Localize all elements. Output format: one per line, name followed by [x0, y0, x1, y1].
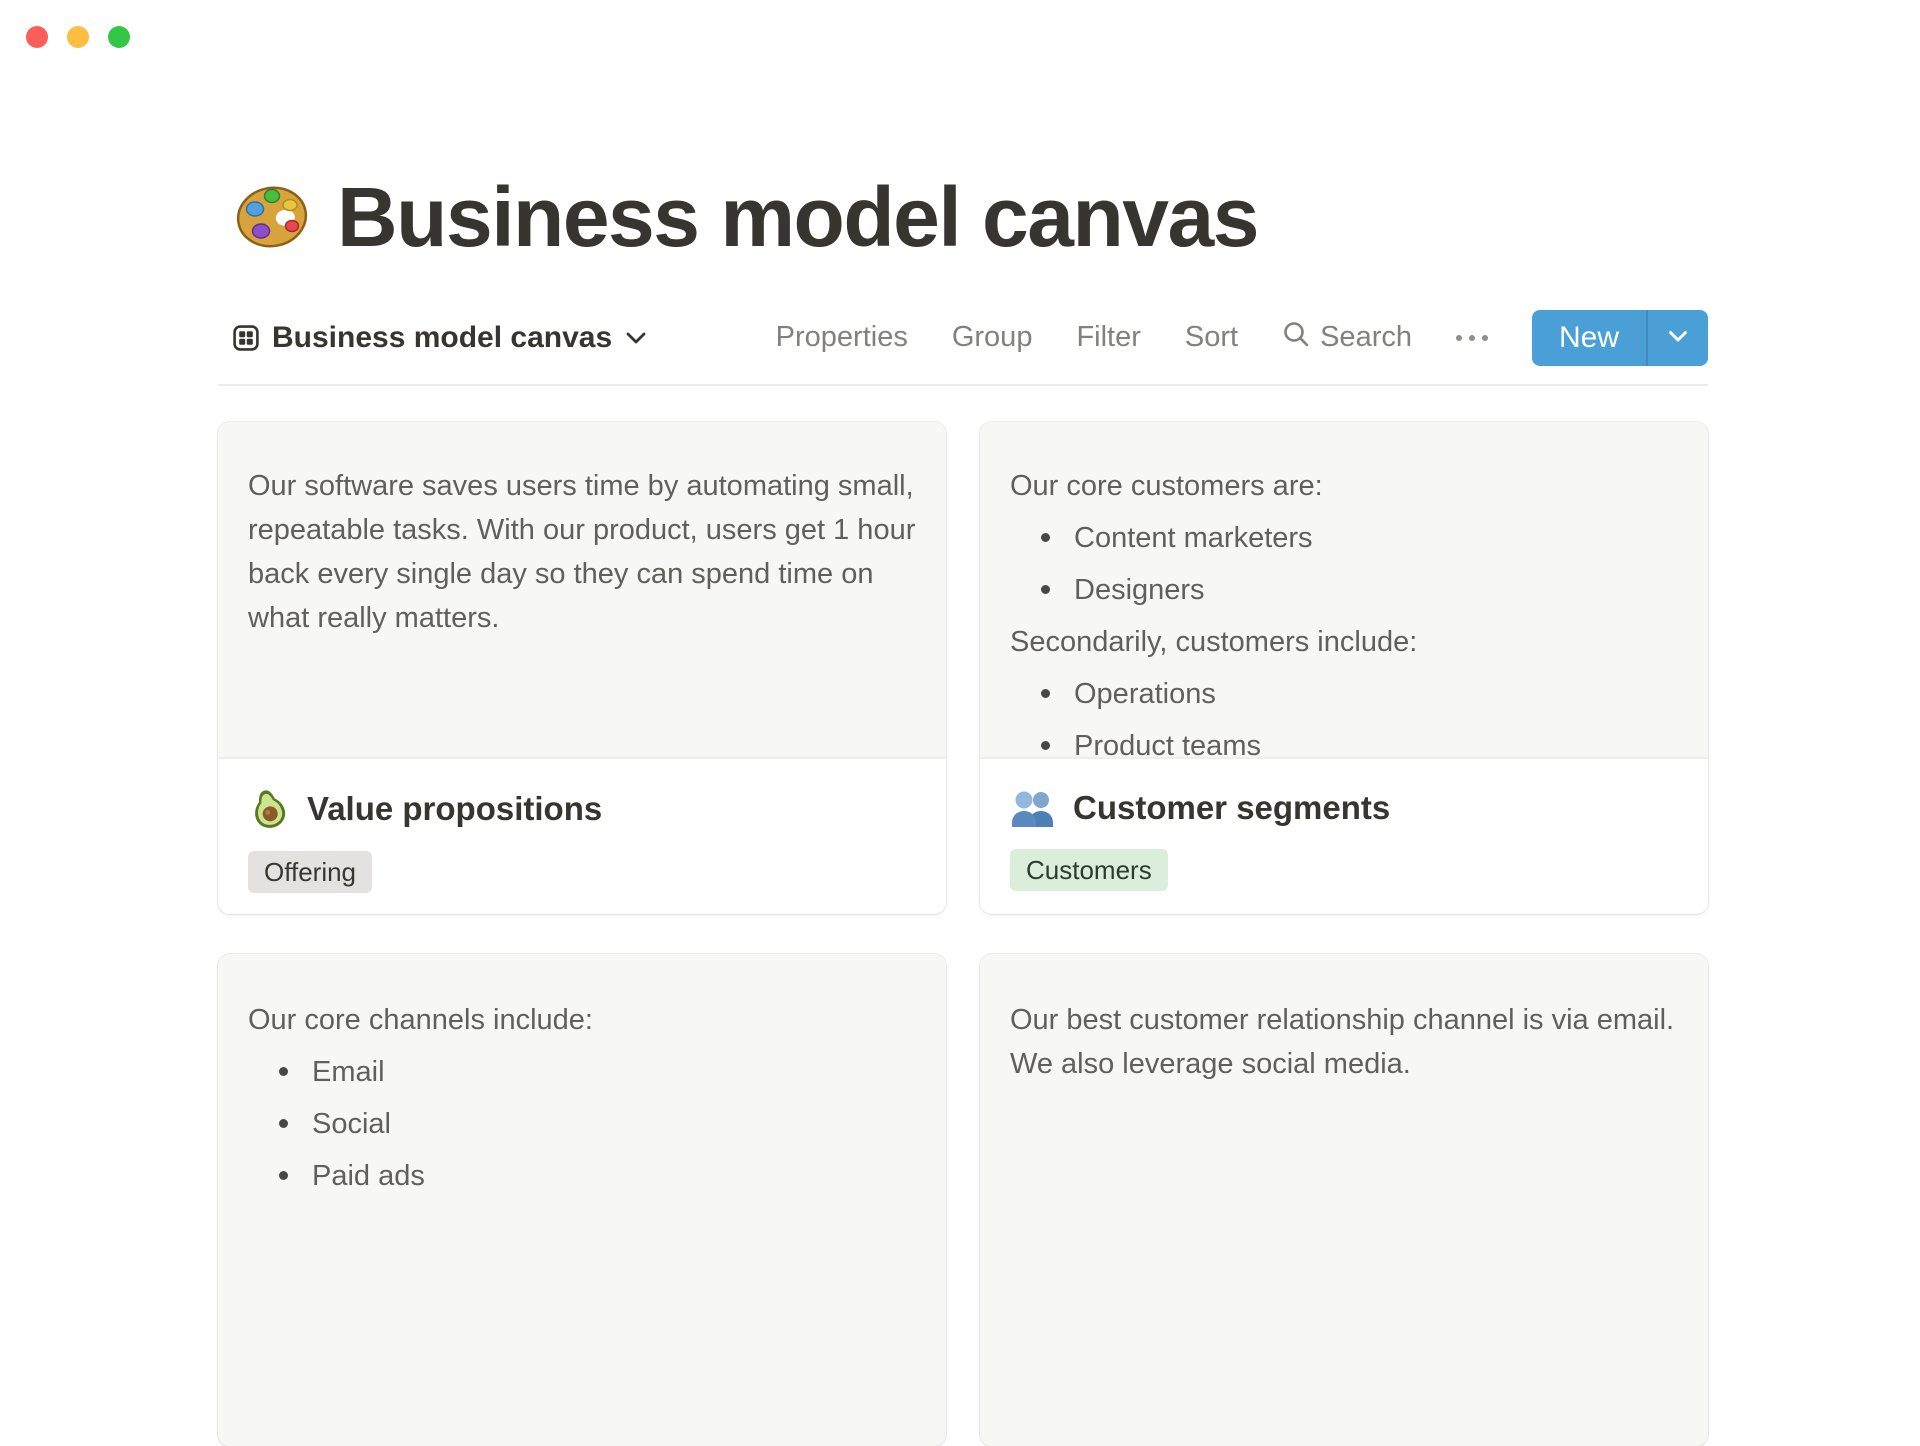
- bullet-icon: [279, 1118, 288, 1128]
- card-customer-segments[interactable]: Our core customers are: Content marketer…: [980, 421, 1708, 914]
- bullet-icon: [1041, 532, 1050, 542]
- ellipsis-icon: [1455, 334, 1488, 341]
- tag-offering: Offering: [248, 850, 373, 893]
- view-switcher[interactable]: Business model canvas: [233, 321, 647, 355]
- search-icon: [1282, 320, 1310, 356]
- card-value-propositions[interactable]: Our software saves users time by automat…: [218, 421, 946, 914]
- card-preview: Our core customers are: Content marketer…: [980, 421, 1708, 757]
- gallery-grid: Our software saves users time by automat…: [218, 421, 1708, 1446]
- new-dropdown-button[interactable]: [1646, 309, 1708, 366]
- view-name: Business model canvas: [272, 320, 613, 354]
- card-paragraph: Our best customer relationship channel i…: [1010, 1003, 1675, 1080]
- avocado-emoji-icon: [248, 787, 290, 831]
- palette-emoji-icon[interactable]: [233, 181, 311, 253]
- card-title: Customer segments: [1073, 788, 1391, 826]
- card-paragraph: Secondarily, customers include:: [1010, 625, 1418, 658]
- card-list-item: Email: [248, 1050, 916, 1094]
- search-label: Search: [1320, 321, 1412, 354]
- card-list-item: Product teams: [1010, 724, 1678, 757]
- gallery-view-icon: [233, 325, 259, 351]
- group-button[interactable]: Group: [952, 321, 1033, 354]
- chevron-down-icon: [625, 331, 647, 345]
- card-footer: Customer segments Customers: [980, 756, 1708, 914]
- page-content: Business model canvas Business model can…: [218, 172, 1708, 1446]
- card-list-item: Designers: [1010, 568, 1678, 612]
- toolbar-divider: [218, 383, 1708, 386]
- bullet-icon: [1041, 688, 1050, 698]
- view-toolbar: Business model canvas Properties Group F…: [218, 309, 1708, 367]
- bullet-icon: [279, 1170, 288, 1180]
- card-list-item: Content marketers: [1010, 516, 1678, 560]
- new-button[interactable]: New: [1532, 310, 1646, 366]
- people-emoji-icon: [1010, 787, 1056, 829]
- close-button[interactable]: [26, 26, 48, 48]
- bullet-icon: [1041, 740, 1050, 750]
- minimize-button[interactable]: [67, 26, 89, 48]
- new-button-group: New: [1531, 309, 1708, 366]
- bullet-icon: [279, 1066, 288, 1076]
- sort-button[interactable]: Sort: [1185, 321, 1238, 354]
- more-options-button[interactable]: [1455, 334, 1488, 341]
- zoom-button[interactable]: [108, 26, 130, 48]
- page-title[interactable]: Business model canvas: [337, 172, 1259, 263]
- card-footer: Value propositions Offering: [218, 756, 946, 914]
- search-button[interactable]: Search: [1282, 320, 1412, 356]
- card-paragraph: Our software saves users time by automat…: [248, 469, 916, 634]
- card-list-item: Operations: [1010, 672, 1678, 716]
- card-title: Value propositions: [307, 789, 603, 827]
- card-list-item: Paid ads: [248, 1154, 916, 1198]
- window-controls: [26, 26, 130, 48]
- card-list-item: Social: [248, 1102, 916, 1146]
- card-paragraph: Our core customers are:: [1010, 469, 1323, 502]
- card-preview: Our software saves users time by automat…: [218, 421, 946, 757]
- chevron-down-icon: [1668, 330, 1688, 346]
- bullet-icon: [1041, 584, 1050, 594]
- card-paragraph: Our core channels include:: [248, 1003, 593, 1036]
- page-header: Business model canvas: [218, 172, 1708, 263]
- tag-customers: Customers: [1010, 848, 1168, 891]
- properties-button[interactable]: Properties: [776, 321, 908, 354]
- filter-button[interactable]: Filter: [1076, 321, 1140, 354]
- toolbar-actions: Properties Group Filter Sort Search New: [776, 309, 1708, 366]
